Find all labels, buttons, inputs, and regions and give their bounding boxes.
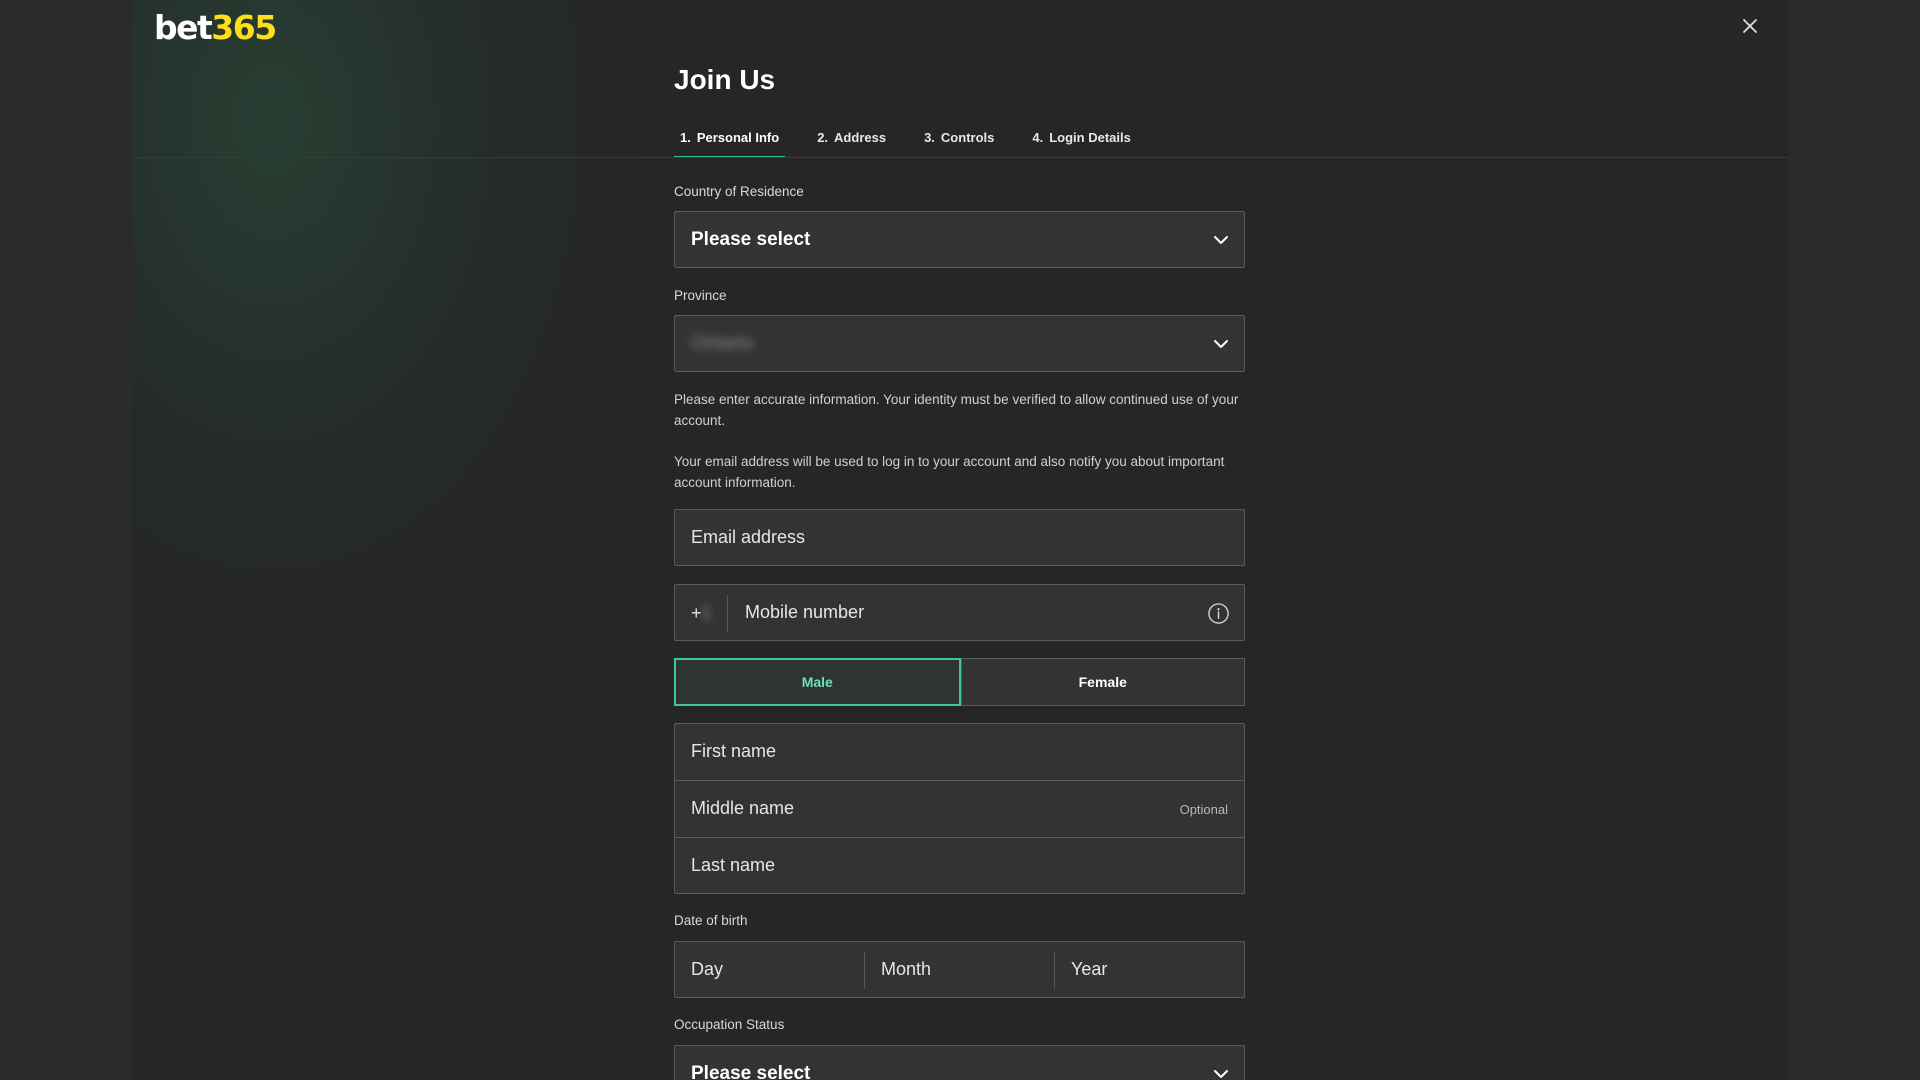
dob-day-input[interactable]: Day	[675, 942, 864, 997]
tab-number: 4.	[1032, 130, 1044, 145]
logo-text-365: 365	[211, 8, 277, 47]
logo-text-bet: bet	[154, 8, 213, 47]
optional-tag: Optional	[1179, 802, 1228, 817]
join-modal: bet365 Join Us 1. Personal Info 2. Address…	[132, 0, 1788, 1080]
mobile-field[interactable]: +1 Mobile number	[674, 584, 1245, 641]
info-icon[interactable]	[1207, 602, 1230, 625]
plus-sign: +	[691, 603, 702, 623]
gender-toggle: Male Female	[674, 658, 1245, 706]
province-label: Province	[674, 288, 727, 303]
occupation-select[interactable]: Please select	[674, 1045, 1245, 1080]
tab-personal-info[interactable]: 1. Personal Info	[674, 124, 786, 158]
accuracy-notice: Please enter accurate information. Your …	[674, 392, 1239, 428]
backdrop-right	[1788, 0, 1920, 1080]
country-label: Country of Residence	[674, 184, 804, 199]
step-tabs: 1. Personal Info 2. Address 3. Controls 4. L…	[674, 124, 1163, 158]
tab-label: Login Details	[1049, 130, 1131, 145]
email-notice: Your email address will be used to log i…	[674, 454, 1225, 490]
occupation-label: Occupation Status	[674, 1017, 785, 1032]
dob-month-placeholder: Month	[881, 959, 932, 979]
country-code-value: 1	[701, 603, 712, 623]
tab-number: 3.	[924, 130, 935, 145]
tab-number: 1.	[680, 130, 691, 145]
country-select[interactable]: Please select	[674, 211, 1245, 268]
dob-year-placeholder: Year	[1071, 959, 1108, 979]
bet365-logo: bet365	[154, 8, 277, 47]
country-code-prefix[interactable]: +1	[691, 603, 712, 624]
gender-male-button[interactable]: Male	[674, 658, 961, 706]
country-select-value: Please select	[691, 229, 811, 250]
tab-label: Address	[834, 130, 887, 145]
gender-female-button[interactable]: Female	[960, 658, 1245, 706]
chevron-down-icon	[1214, 236, 1228, 244]
last-name-field[interactable]: Last name	[675, 838, 1244, 895]
mobile-placeholder: Mobile number	[745, 602, 865, 622]
email-placeholder: Email address	[691, 527, 806, 547]
occupation-select-value: Please select	[691, 1063, 811, 1080]
province-select-value: Ontario	[691, 333, 754, 354]
middle-name-field[interactable]: Middle name Optional	[675, 781, 1244, 838]
email-field[interactable]: Email address	[674, 509, 1245, 566]
dob-day-placeholder: Day	[691, 959, 724, 979]
middle-name-placeholder: Middle name	[691, 798, 795, 818]
name-fields: First name Middle name Optional Last nam…	[674, 723, 1245, 894]
backdrop-left	[0, 0, 132, 1080]
close-button[interactable]	[1738, 14, 1762, 38]
first-name-placeholder: First name	[691, 741, 777, 761]
chevron-down-icon	[1214, 1070, 1228, 1078]
tab-label: Personal Info	[696, 130, 780, 145]
tab-divider	[132, 157, 1788, 158]
chevron-down-icon	[1214, 340, 1228, 348]
tab-label: Controls	[940, 130, 995, 145]
dob-field: Day Month Year	[674, 941, 1245, 998]
tab-login-details[interactable]: 4. Login Details	[1026, 124, 1136, 158]
prefix-divider	[727, 595, 728, 632]
dob-label: Date of birth	[674, 913, 748, 928]
last-name-placeholder: Last name	[691, 855, 776, 875]
first-name-field[interactable]: First name	[675, 724, 1244, 781]
dob-month-input[interactable]: Month	[865, 942, 1054, 997]
close-icon	[1743, 19, 1757, 33]
tab-controls[interactable]: 3. Controls	[918, 124, 1000, 158]
tab-address[interactable]: 2. Address	[811, 124, 892, 158]
tab-number: 2.	[817, 130, 829, 145]
province-select[interactable]: Ontario	[674, 315, 1245, 372]
page-title: Join Us	[674, 64, 776, 95]
dob-year-input[interactable]: Year	[1055, 942, 1244, 997]
